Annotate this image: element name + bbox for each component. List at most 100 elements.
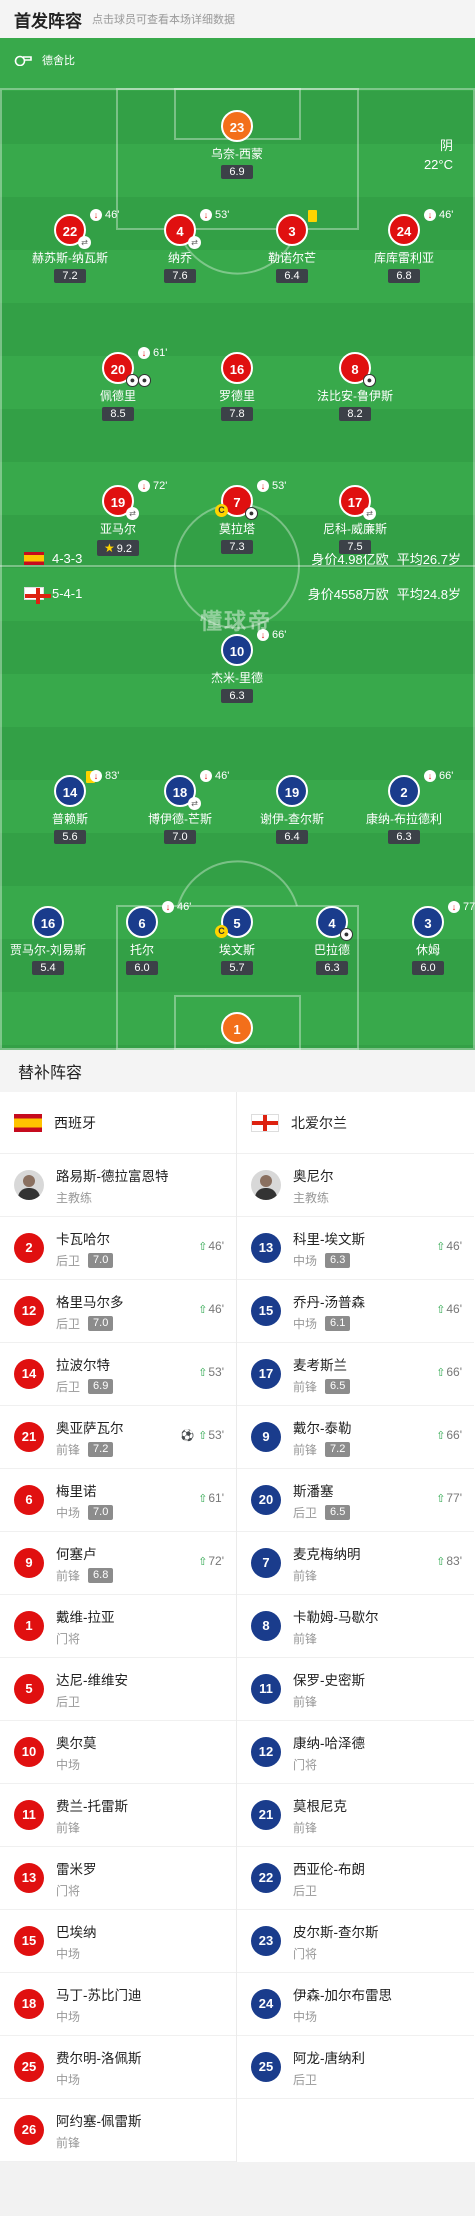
lineup-title: 首发阵容	[14, 11, 82, 31]
sub-player-number: 17	[251, 1359, 281, 1389]
sub-on-icon: ⇧	[436, 1303, 446, 1316]
home-coach-name: 路易斯-德拉富恩特	[56, 1168, 169, 1184]
sub-player-row[interactable]: 10 奥尔莫 中场	[0, 1721, 236, 1784]
home-player-7[interactable]: 7 C ● ↓ 53' 莫拉塔 7.3	[182, 480, 292, 555]
away-player-3[interactable]: 3 ↓77' 休姆 6.0	[373, 901, 475, 976]
sub-player-number: 24	[251, 1989, 281, 2019]
home-player-22[interactable]: 22 ⇄ ↓ 46' 赫苏斯-纳瓦斯 7.2	[15, 209, 125, 284]
sub-player-position: 门将	[293, 1946, 318, 1961]
sub-player-row[interactable]: 21 莫根尼克 前锋	[237, 1784, 474, 1847]
sub-player-position: 中场	[56, 1757, 81, 1772]
sub-player-position: 后卫 6.5	[293, 1504, 351, 1521]
sub-player-row[interactable]: 2 卡瓦哈尔 后卫 7.0 ⇧ 46'	[0, 1217, 236, 1280]
home-player-17[interactable]: 17 ⇄ 尼科-威廉斯 7.5	[300, 485, 410, 555]
goal-ball-icon: ●	[245, 507, 258, 520]
player-name: 赫苏斯-纳瓦斯	[32, 251, 108, 265]
sub-on-icon: ⇧	[198, 1303, 208, 1316]
substitution-icon: ⇄	[188, 236, 201, 249]
home-player-3[interactable]: 3 勒诺尔芒 6.4	[237, 210, 347, 284]
home-player-8[interactable]: 8 ● 法比安-鲁伊斯 8.2	[300, 352, 410, 422]
weather-temp: 22°C	[423, 157, 453, 172]
sub-player-row[interactable]: 11 保罗-史密斯 前锋	[237, 1658, 474, 1721]
sub-player-number: 9	[14, 1548, 44, 1578]
player-name: 托尔	[129, 943, 154, 957]
player-name: 杰米-里德	[211, 671, 263, 685]
sub-player-row[interactable]: 12 康纳-哈泽德 门将	[237, 1721, 474, 1784]
sub-player-number: 13	[14, 1863, 44, 1893]
sub-player-row[interactable]: 23 皮尔斯-查尔斯 门将	[237, 1910, 474, 1973]
referee: 德舍比	[14, 52, 75, 68]
sub-player-number: 14	[14, 1359, 44, 1389]
sub-player-number: 20	[251, 1485, 281, 1515]
sub-player-name: 拉波尔特	[56, 1357, 110, 1373]
sub-player-row[interactable]: 24 伊森-加尔布雷思 中场	[237, 1973, 474, 2036]
home-coach-row[interactable]: 路易斯-德拉富恩特 主教练	[0, 1154, 236, 1217]
sub-on-icon: ⇧	[198, 1429, 208, 1442]
sub-player-row[interactable]: 17 麦考斯兰 前锋 6.5 ⇧ 66'	[237, 1343, 474, 1406]
captain-icon: C	[215, 925, 228, 938]
away-coach-row[interactable]: 奥尼尔 主教练	[237, 1154, 474, 1217]
away-player-14[interactable]: 14 ↓ 83' 普赖斯 5.6	[15, 770, 125, 845]
sub-player-row[interactable]: 5 达尼-维维安 后卫	[0, 1658, 236, 1721]
sub-player-row[interactable]: 15 巴埃纳 中场	[0, 1910, 236, 1973]
away-player-18[interactable]: 18 ⇄ ↓ 46' 博伊德-芒斯 7.0	[125, 770, 235, 845]
away-player-5[interactable]: 5 C 埃文斯 5.7	[182, 906, 292, 976]
home-player-20[interactable]: 20 ● ● ↓ 61' 佩德里 8.5	[63, 347, 173, 422]
sub-player-row[interactable]: 6 梅里诺 中场 7.0 ⇧ 61'	[0, 1469, 236, 1532]
sub-player-row[interactable]: 15 乔丹-汤普森 中场 6.1 ⇧ 46'	[237, 1280, 474, 1343]
away-player-10[interactable]: 10 ↓ 66' 杰米-里德 6.3	[182, 629, 292, 704]
player-rating: 5.6	[54, 830, 86, 844]
home-player-23[interactable]: 23 乌奈-西蒙 6.9	[182, 110, 292, 180]
player-rating: 6.9	[221, 165, 253, 179]
sub-player-position: 门将	[56, 1883, 81, 1898]
sub-player-row[interactable]: 20 斯潘塞后卫 6.5 ⇧ 77'	[237, 1469, 474, 1532]
sub-player-row[interactable]: 13 科里-埃文斯 中场 6.3 ⇧ 46'	[237, 1217, 474, 1280]
home-player-16[interactable]: 16 罗德里 7.8	[182, 352, 292, 422]
player-rating: 5.7	[221, 961, 253, 975]
sub-player-name: 何塞卢	[56, 1546, 97, 1562]
sub-player-row[interactable]: 12 格里马尔多 后卫 7.0 ⇧ 46'	[0, 1280, 236, 1343]
home-player-19[interactable]: 19 ⇄ ↓ 72' 亚马尔 ★ 9.2	[63, 480, 173, 557]
player-rating: 7.2	[54, 269, 86, 283]
sub-player-row[interactable]: 26 阿约塞-佩雷斯 前锋	[0, 2099, 236, 2162]
sub-off-icon: ↓	[200, 209, 212, 221]
sub-on-minute: ⇧ 66'	[436, 1365, 462, 1379]
sub-player-row[interactable]: 25 阿龙-唐纳利 后卫	[237, 2036, 474, 2099]
player-number: 24	[388, 214, 420, 246]
sub-player-number: 12	[251, 1737, 281, 1767]
sub-player-row[interactable]: 7 麦克梅纳明 前锋 ⇧ 83'	[237, 1532, 474, 1595]
sub-player-row[interactable]: 11 费兰-托雷斯 前锋	[0, 1784, 236, 1847]
player-name: 纳乔	[167, 251, 192, 265]
sub-player-row[interactable]: 18 马丁-苏比门迪 中场	[0, 1973, 236, 2036]
player-name: 康纳-布拉德利	[366, 812, 442, 826]
sub-player-number: 23	[251, 1926, 281, 1956]
sub-player-row[interactable]: 14 拉波尔特 后卫 6.9 ⇧ 53'	[0, 1343, 236, 1406]
sub-player-row[interactable]: 22 西亚伦-布朗 后卫	[237, 1847, 474, 1910]
sub-player-row[interactable]: 25 费尔明-洛佩斯 中场	[0, 2036, 236, 2099]
away-player-1[interactable]: 1皮科克-法雷尔6.0	[182, 1012, 292, 1050]
sub-on-minute: ⇧ 77'	[436, 1491, 462, 1505]
northern-ireland-flag-icon	[251, 1113, 279, 1132]
away-player-4[interactable]: 4 ● 巴拉德 6.3	[277, 906, 387, 976]
sub-player-rating: 6.5	[325, 1378, 351, 1394]
home-player-4[interactable]: 4 ⇄ ↓ 53' 纳乔 7.6	[125, 209, 235, 284]
player-name: 库库雷利亚	[373, 251, 434, 265]
away-player-19[interactable]: 19 谢伊-查尔斯 6.4	[237, 775, 347, 845]
sub-player-row[interactable]: 1 戴维-拉亚 门将	[0, 1595, 236, 1658]
sub-player-row[interactable]: 21 奥亚萨瓦尔 前锋 7.2 ⚽ ⇧ 53'	[0, 1406, 236, 1469]
sub-player-row[interactable]: 9 何塞卢 前锋 6.8 ⇧ 72'	[0, 1532, 236, 1595]
sub-player-row[interactable]: 8 卡勒姆-马歇尔 前锋	[237, 1595, 474, 1658]
away-player-2[interactable]: 2 ↓ 66' 康纳-布拉德利 6.3	[349, 770, 459, 845]
sub-player-name: 西亚伦-布朗	[293, 1861, 365, 1877]
yellow-card-icon	[308, 210, 317, 222]
home-player-24[interactable]: 24 ↓ 46' 库库雷利亚 6.8	[349, 209, 459, 284]
sub-player-number: 9	[251, 1422, 281, 1452]
sub-player-name: 马丁-苏比门迪	[56, 1987, 142, 2003]
sub-player-name: 斯潘塞	[293, 1483, 334, 1499]
away-player-6[interactable]: 6 ↓ 46' 托尔 6.0	[87, 901, 197, 976]
sub-player-row[interactable]: 9 戴尔-泰勒 前锋 7.2 ⇧ 66'	[237, 1406, 474, 1469]
sub-player-name: 保罗-史密斯	[293, 1672, 365, 1688]
sub-off-minute: ↓ 46'	[200, 770, 229, 782]
sub-player-row[interactable]: 13 雷米罗 门将	[0, 1847, 236, 1910]
away-average-age: 平均24.8岁	[396, 587, 461, 602]
